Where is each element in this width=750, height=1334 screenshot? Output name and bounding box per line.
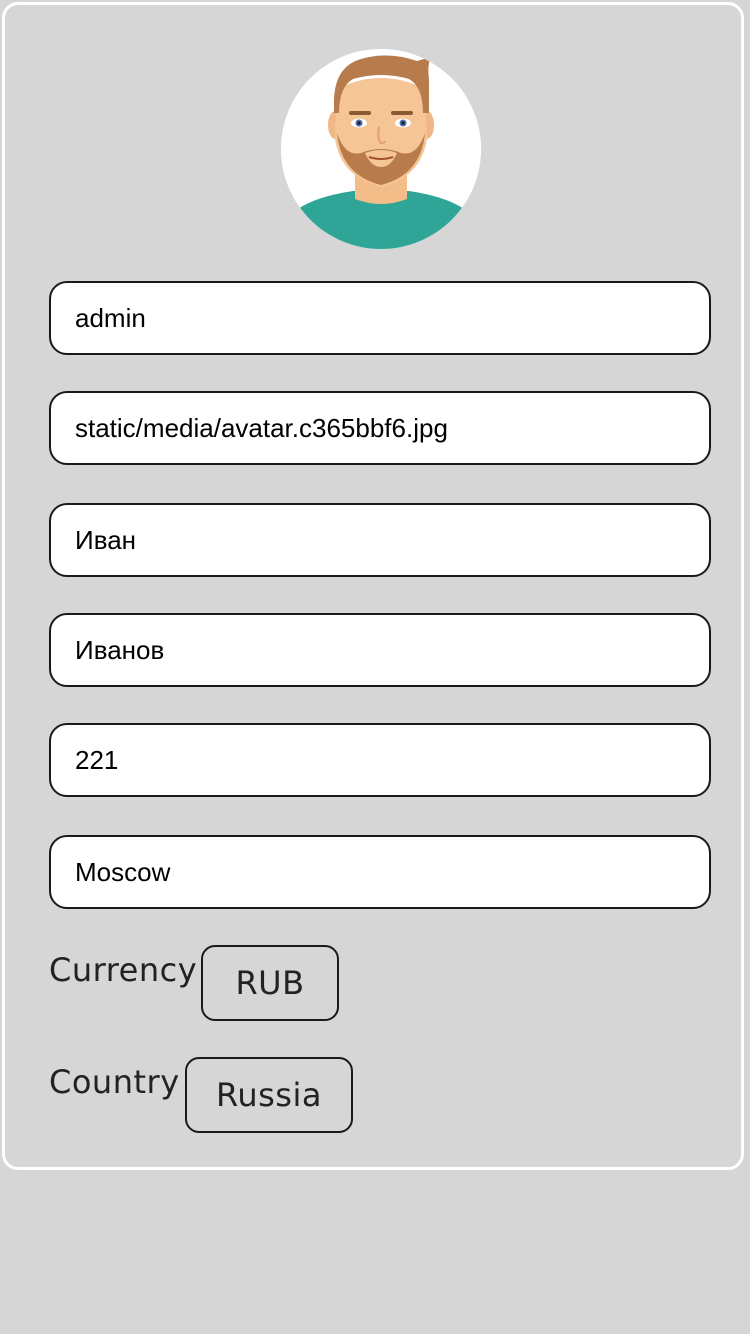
avatar-path-field[interactable] xyxy=(49,391,711,465)
number-field[interactable] xyxy=(49,723,711,797)
city-field[interactable] xyxy=(49,835,711,909)
country-button[interactable]: Russia xyxy=(185,1057,353,1133)
profile-card: Currency RUB Country Russia xyxy=(2,2,744,1170)
username-field[interactable] xyxy=(49,281,711,355)
country-value: Russia xyxy=(216,1076,322,1114)
user-avatar-icon xyxy=(281,49,481,249)
currency-value: RUB xyxy=(235,964,305,1002)
last-name-field[interactable] xyxy=(49,613,711,687)
country-label: Country xyxy=(49,1063,180,1101)
currency-label: Currency xyxy=(49,951,198,989)
avatar xyxy=(281,49,481,249)
currency-button[interactable]: RUB xyxy=(201,945,339,1021)
first-name-field[interactable] xyxy=(49,503,711,577)
